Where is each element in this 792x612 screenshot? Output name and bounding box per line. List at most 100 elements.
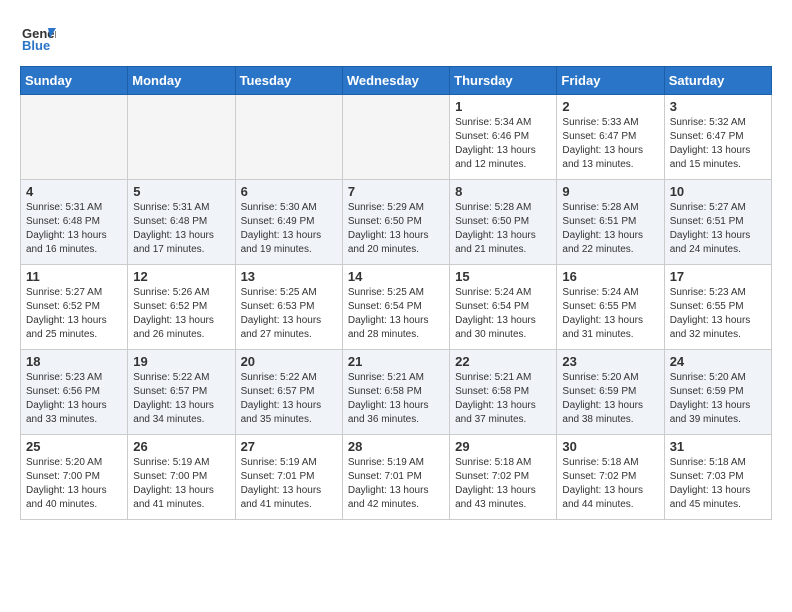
calendar-cell: 19Sunrise: 5:22 AM Sunset: 6:57 PM Dayli… (128, 350, 235, 435)
day-header-tuesday: Tuesday (235, 67, 342, 95)
day-number: 2 (562, 99, 658, 114)
calendar-header-row: SundayMondayTuesdayWednesdayThursdayFrid… (21, 67, 772, 95)
calendar-cell: 1Sunrise: 5:34 AM Sunset: 6:46 PM Daylig… (450, 95, 557, 180)
calendar-cell: 28 Sunrise: 5:19 AM Sunset: 7:01 PM Dayli… (342, 435, 449, 520)
calendar-cell: 18 Sunrise: 5:23 AM Sunset: 6:56 PM Dayli… (21, 350, 128, 435)
calendar-cell: 22 Sunrise: 5:21 AM Sunset: 6:58 PM Dayli… (450, 350, 557, 435)
calendar-cell: 21 Sunrise: 5:21 AM Sunset: 6:58 PM Dayli… (342, 350, 449, 435)
day-number: 13 (241, 269, 337, 284)
day-number: 14 (348, 269, 444, 284)
day-number: 18 (26, 354, 122, 369)
calendar-week-4: 18 Sunrise: 5:23 AM Sunset: 6:56 PM Dayli… (21, 350, 772, 435)
day-number: 26 (133, 439, 229, 454)
day-info: Sunrise: 5:19 AM Sunset: 7:01 PM Dayligh… (348, 456, 444, 512)
day-info: Sunrise: 5:20 AM Sunset: 7:00 PM Dayligh… (26, 456, 122, 512)
day-info: Sunrise: 5:23 AM Sunset: 6:56 PM Dayligh… (26, 371, 122, 427)
logo-icon: General Blue (20, 20, 56, 56)
calendar-cell (21, 95, 128, 180)
calendar-week-3: 11 Sunrise: 5:27 AM Sunset: 6:52 PM Dayli… (21, 265, 772, 350)
calendar-cell: 15Sunrise: 5:24 AM Sunset: 6:54 PM Dayli… (450, 265, 557, 350)
calendar-cell (342, 95, 449, 180)
day-number: 11 (26, 269, 122, 284)
day-info: Sunrise: 5:27 AM Sunset: 6:52 PM Dayligh… (26, 286, 122, 342)
calendar-cell: 10 Sunrise: 5:27 AM Sunset: 6:51 PM Dayli… (664, 180, 771, 265)
day-info: Sunrise: 5:24 AM Sunset: 6:55 PM Dayligh… (562, 286, 658, 342)
day-number: 12 (133, 269, 229, 284)
day-number: 10 (670, 184, 766, 199)
day-info: Sunrise: 5:19 AM Sunset: 7:00 PM Dayligh… (133, 456, 229, 512)
day-info: Sunrise: 5:26 AM Sunset: 6:52 PM Dayligh… (133, 286, 229, 342)
day-header-thursday: Thursday (450, 67, 557, 95)
day-header-wednesday: Wednesday (342, 67, 449, 95)
day-info: Sunrise: 5:31 AM Sunset: 6:48 PM Dayligh… (26, 201, 122, 257)
day-number: 30 (562, 439, 658, 454)
day-info: Sunrise: 5:33 AM Sunset: 6:47 PM Dayligh… (562, 116, 658, 172)
day-info: Sunrise: 5:18 AM Sunset: 7:02 PM Dayligh… (562, 456, 658, 512)
day-info: Sunrise: 5:22 AM Sunset: 6:57 PM Dayligh… (133, 371, 229, 427)
day-header-sunday: Sunday (21, 67, 128, 95)
day-info: Sunrise: 5:20 AM Sunset: 6:59 PM Dayligh… (562, 371, 658, 427)
day-number: 23 (562, 354, 658, 369)
calendar-cell (235, 95, 342, 180)
calendar-cell: 14 Sunrise: 5:25 AM Sunset: 6:54 PM Dayli… (342, 265, 449, 350)
day-number: 22 (455, 354, 551, 369)
day-number: 31 (670, 439, 766, 454)
calendar-cell: 20 Sunrise: 5:22 AM Sunset: 6:57 PM Dayli… (235, 350, 342, 435)
day-info: Sunrise: 5:34 AM Sunset: 6:46 PM Dayligh… (455, 116, 551, 172)
day-info: Sunrise: 5:25 AM Sunset: 6:54 PM Dayligh… (348, 286, 444, 342)
calendar-cell: 25 Sunrise: 5:20 AM Sunset: 7:00 PM Dayli… (21, 435, 128, 520)
day-info: Sunrise: 5:30 AM Sunset: 6:49 PM Dayligh… (241, 201, 337, 257)
day-number: 7 (348, 184, 444, 199)
day-info: Sunrise: 5:27 AM Sunset: 6:51 PM Dayligh… (670, 201, 766, 257)
calendar-cell: 11 Sunrise: 5:27 AM Sunset: 6:52 PM Dayli… (21, 265, 128, 350)
day-info: Sunrise: 5:21 AM Sunset: 6:58 PM Dayligh… (455, 371, 551, 427)
calendar-cell: 8 Sunrise: 5:28 AM Sunset: 6:50 PM Daylig… (450, 180, 557, 265)
day-info: Sunrise: 5:28 AM Sunset: 6:50 PM Dayligh… (455, 201, 551, 257)
calendar-cell: 26 Sunrise: 5:19 AM Sunset: 7:00 PM Dayli… (128, 435, 235, 520)
calendar-cell: 27Sunrise: 5:19 AM Sunset: 7:01 PM Dayli… (235, 435, 342, 520)
day-number: 4 (26, 184, 122, 199)
calendar-cell: 2 Sunrise: 5:33 AM Sunset: 6:47 PM Daylig… (557, 95, 664, 180)
day-number: 21 (348, 354, 444, 369)
day-number: 16 (562, 269, 658, 284)
calendar-cell: 31Sunrise: 5:18 AM Sunset: 7:03 PM Dayli… (664, 435, 771, 520)
calendar: SundayMondayTuesdayWednesdayThursdayFrid… (20, 66, 772, 520)
day-info: Sunrise: 5:18 AM Sunset: 7:02 PM Dayligh… (455, 456, 551, 512)
calendar-cell: 16 Sunrise: 5:24 AM Sunset: 6:55 PM Dayli… (557, 265, 664, 350)
day-number: 3 (670, 99, 766, 114)
day-info: Sunrise: 5:20 AM Sunset: 6:59 PM Dayligh… (670, 371, 766, 427)
day-number: 25 (26, 439, 122, 454)
calendar-week-5: 25 Sunrise: 5:20 AM Sunset: 7:00 PM Dayli… (21, 435, 772, 520)
day-info: Sunrise: 5:22 AM Sunset: 6:57 PM Dayligh… (241, 371, 337, 427)
calendar-cell: 24Sunrise: 5:20 AM Sunset: 6:59 PM Dayli… (664, 350, 771, 435)
calendar-cell: 23 Sunrise: 5:20 AM Sunset: 6:59 PM Dayli… (557, 350, 664, 435)
day-number: 5 (133, 184, 229, 199)
day-header-monday: Monday (128, 67, 235, 95)
day-info: Sunrise: 5:28 AM Sunset: 6:51 PM Dayligh… (562, 201, 658, 257)
day-number: 28 (348, 439, 444, 454)
calendar-cell: 5 Sunrise: 5:31 AM Sunset: 6:48 PM Daylig… (128, 180, 235, 265)
calendar-cell: 4 Sunrise: 5:31 AM Sunset: 6:48 PM Daylig… (21, 180, 128, 265)
header: General Blue (20, 20, 772, 56)
day-number: 17 (670, 269, 766, 284)
day-info: Sunrise: 5:21 AM Sunset: 6:58 PM Dayligh… (348, 371, 444, 427)
day-info: Sunrise: 5:24 AM Sunset: 6:54 PM Dayligh… (455, 286, 551, 342)
svg-text:Blue: Blue (22, 38, 50, 53)
day-info: Sunrise: 5:32 AM Sunset: 6:47 PM Dayligh… (670, 116, 766, 172)
calendar-cell: 9Sunrise: 5:28 AM Sunset: 6:51 PM Daylig… (557, 180, 664, 265)
day-number: 8 (455, 184, 551, 199)
day-info: Sunrise: 5:23 AM Sunset: 6:55 PM Dayligh… (670, 286, 766, 342)
day-info: Sunrise: 5:29 AM Sunset: 6:50 PM Dayligh… (348, 201, 444, 257)
day-number: 6 (241, 184, 337, 199)
day-info: Sunrise: 5:31 AM Sunset: 6:48 PM Dayligh… (133, 201, 229, 257)
day-header-friday: Friday (557, 67, 664, 95)
calendar-cell: 13 Sunrise: 5:25 AM Sunset: 6:53 PM Dayli… (235, 265, 342, 350)
day-info: Sunrise: 5:25 AM Sunset: 6:53 PM Dayligh… (241, 286, 337, 342)
calendar-week-1: 1Sunrise: 5:34 AM Sunset: 6:46 PM Daylig… (21, 95, 772, 180)
calendar-cell: 6 Sunrise: 5:30 AM Sunset: 6:49 PM Daylig… (235, 180, 342, 265)
day-number: 20 (241, 354, 337, 369)
day-number: 29 (455, 439, 551, 454)
calendar-cell: 30 Sunrise: 5:18 AM Sunset: 7:02 PM Dayli… (557, 435, 664, 520)
day-header-saturday: Saturday (664, 67, 771, 95)
calendar-cell: 12 Sunrise: 5:26 AM Sunset: 6:52 PM Dayli… (128, 265, 235, 350)
